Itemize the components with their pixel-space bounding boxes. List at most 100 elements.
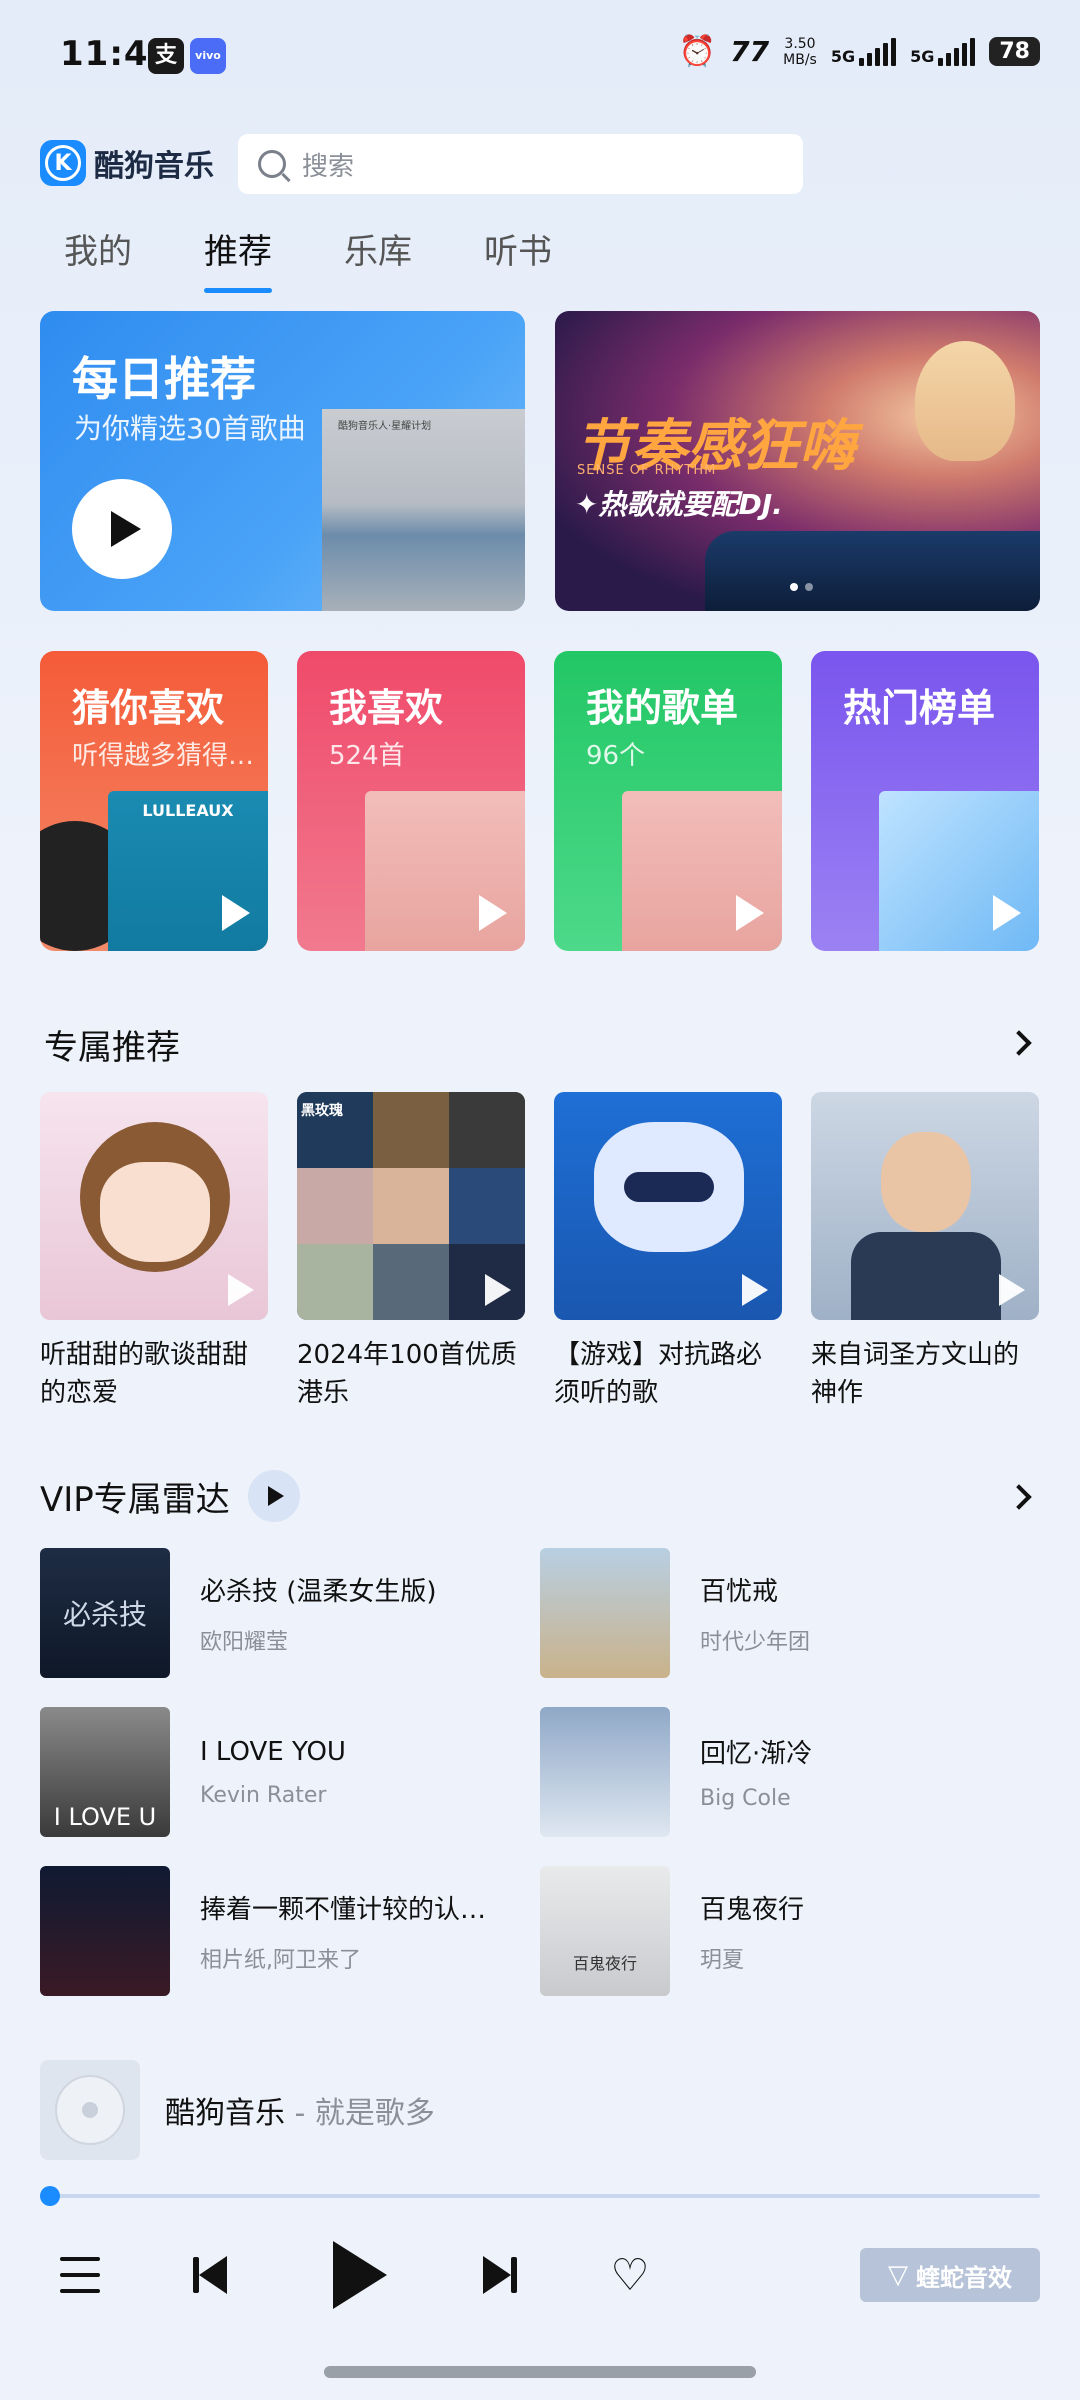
signal-bars-icon [859, 37, 897, 66]
search-icon [258, 150, 286, 178]
daily-title: 每日推荐 [72, 352, 256, 406]
playlist-title: 听甜甜的歌谈甜甜的恋爱 [40, 1340, 249, 1408]
rhythm-subtitle: ✦热歌就要配DJ. [575, 488, 783, 521]
playlist-cover: 黑玫瑰 [297, 1092, 525, 1320]
progress-bar[interactable] [48, 2194, 1040, 2198]
app-name: 酷狗音乐 [94, 149, 214, 184]
song-artist: 相片纸,阿卫来了 [200, 1947, 361, 1973]
song-item[interactable]: 捧着一颗不懂计较的认… 相片纸,阿卫来了 [40, 1866, 520, 1996]
song-artist: Kevin Rater [200, 1782, 327, 1808]
playlist-cover [811, 1092, 1039, 1320]
kugou-logo-icon: K [40, 140, 86, 186]
quick-card-subtitle: 524首 [329, 741, 405, 771]
song-title: 必杀技 (温柔女生版) [200, 1576, 437, 1607]
song-item[interactable]: 回忆·渐冷 Big Cole [540, 1707, 1020, 1837]
alipay-icon: 支 [148, 38, 184, 74]
alarm-icon: ⏰ [678, 34, 717, 69]
signal-sim1: 5G [831, 37, 897, 66]
song-cover: 百鬼夜行 [540, 1866, 670, 1996]
song-title: 回忆·渐冷 [700, 1739, 813, 1769]
tab-mine[interactable]: 我的 [64, 224, 132, 273]
chevron-right-icon[interactable] [1006, 1484, 1032, 1510]
quick-card-title: 我的歌单 [586, 686, 739, 730]
play-icon [485, 1274, 511, 1306]
network-speed: 3.50 MB/s [783, 35, 817, 68]
previous-button[interactable] [180, 2240, 240, 2310]
exclusive-section-title: 专属推荐 [44, 1028, 180, 1068]
app-logo: K 酷狗音乐 [40, 140, 214, 186]
rhythm-dj-banner[interactable]: 节奏感狂嗨 SENSE OF RHYTHM ✦热歌就要配DJ. [555, 311, 1040, 611]
vivo-icon: vivo [190, 38, 226, 74]
carrier-icon: 77 [730, 35, 770, 68]
song-title: 百忧戒 [700, 1576, 779, 1607]
tab-library[interactable]: 乐库 [344, 224, 412, 273]
skip-previous-icon [193, 2256, 227, 2294]
progress-knob[interactable] [40, 2186, 60, 2206]
disc-icon [55, 2075, 125, 2145]
tab-audiobook[interactable]: 听书 [484, 224, 552, 273]
song-title: I LOVE YOU [200, 1736, 346, 1767]
quick-card-playlists[interactable]: 我的歌单 96个 [554, 651, 782, 951]
next-button[interactable] [470, 2240, 530, 2310]
play-icon [333, 2241, 387, 2309]
playlist-cover [554, 1092, 782, 1320]
carousel-dot [805, 583, 813, 591]
signal-bars-icon [938, 37, 976, 66]
battery-indicator: 78 [989, 37, 1040, 66]
quick-card-subtitle: 听得越多猜得… [72, 741, 255, 771]
vip-play-all-button[interactable] [247, 1470, 300, 1522]
play-icon [228, 1274, 254, 1306]
song-artist: 欧阳耀莹 [200, 1629, 289, 1655]
song-item[interactable]: 百鬼夜行 百鬼夜行玥夏 [540, 1866, 1020, 1996]
play-button[interactable] [320, 2240, 400, 2310]
chevron-right-icon[interactable] [1006, 1030, 1032, 1056]
song-cover [540, 1707, 670, 1837]
vip-section-title: VIP专属雷达 [40, 1479, 230, 1520]
play-icon [999, 1274, 1025, 1306]
now-playing-cover[interactable] [40, 2060, 140, 2160]
search-input[interactable]: 搜索 [238, 134, 803, 194]
song-artist: 时代少年团 [700, 1629, 811, 1655]
song-cover [540, 1548, 670, 1678]
vip-section-header: VIP专属雷达 [40, 1470, 300, 1522]
rhythm-en: SENSE OF RHYTHM [577, 463, 717, 478]
song-artist: 玥夏 [700, 1947, 745, 1973]
playlist-card[interactable]: 黑玫瑰 2024年100首优质港乐 [297, 1092, 525, 1412]
song-title: 百鬼夜行 [700, 1894, 805, 1925]
now-playing-subtitle: - 就是歌多 [285, 2096, 435, 2131]
play-icon [742, 1274, 768, 1306]
quick-card-guess[interactable]: 猜你喜欢 听得越多猜得… LULLEAUX [40, 651, 268, 951]
quick-card-title: 我喜欢 [329, 686, 444, 730]
signal-sim2: 5G [910, 37, 976, 66]
daily-play-button[interactable] [72, 479, 172, 579]
song-cover: 必杀技 [40, 1548, 170, 1678]
song-item[interactable]: 必杀技 必杀技 (温柔女生版) 欧阳耀莹 [40, 1548, 520, 1678]
viper-logo-icon: ▽ [888, 2260, 908, 2290]
sound-effect-label: 蝰蛇音效 [916, 2263, 1012, 2292]
play-icon [222, 895, 250, 931]
sound-effect-button[interactable]: ▽ 蝰蛇音效 [860, 2248, 1040, 2302]
play-icon [993, 895, 1021, 931]
now-playing-text[interactable]: 酷狗音乐 - 就是歌多 [165, 2088, 435, 2132]
tab-recommend[interactable]: 推荐 [204, 224, 272, 293]
favorite-button[interactable]: ♡ [600, 2240, 660, 2310]
quick-card-charts[interactable]: 热门榜单 [811, 651, 1039, 951]
playlist-card[interactable]: 来自词圣方文山的神作 [811, 1092, 1039, 1412]
home-indicator[interactable] [324, 2366, 756, 2378]
search-placeholder: 搜索 [302, 151, 355, 182]
playlist-queue-button[interactable] [50, 2240, 110, 2310]
playlist-card[interactable]: 【游戏】对抗路必须听的歌 [554, 1092, 782, 1412]
song-item[interactable]: 百忧戒 时代少年团 [540, 1548, 1020, 1678]
status-indicators: ⏰ 77 3.50 MB/s 5G 5G 78 [679, 34, 1040, 69]
daily-subtitle: 为你精选30首歌曲 [74, 412, 306, 445]
play-icon [479, 895, 507, 931]
dj-deck-image [705, 531, 1040, 611]
quick-card-liked[interactable]: 我喜欢 524首 [297, 651, 525, 951]
heart-icon: ♡ [610, 2249, 650, 2301]
daily-recommend-banner[interactable]: 每日推荐 为你精选30首歌曲 酷狗音乐人·星耀计划 [40, 311, 525, 611]
playlist-card[interactable]: 听甜甜的歌谈甜甜的恋爱 [40, 1092, 268, 1412]
playlist-title: 2024年100首优质港乐 [297, 1340, 517, 1408]
now-playing-title: 酷狗音乐 [165, 2096, 285, 2131]
song-item[interactable]: I LOVE U I LOVE YOU Kevin Rater [40, 1707, 520, 1837]
quick-card-title: 热门榜单 [843, 686, 996, 730]
